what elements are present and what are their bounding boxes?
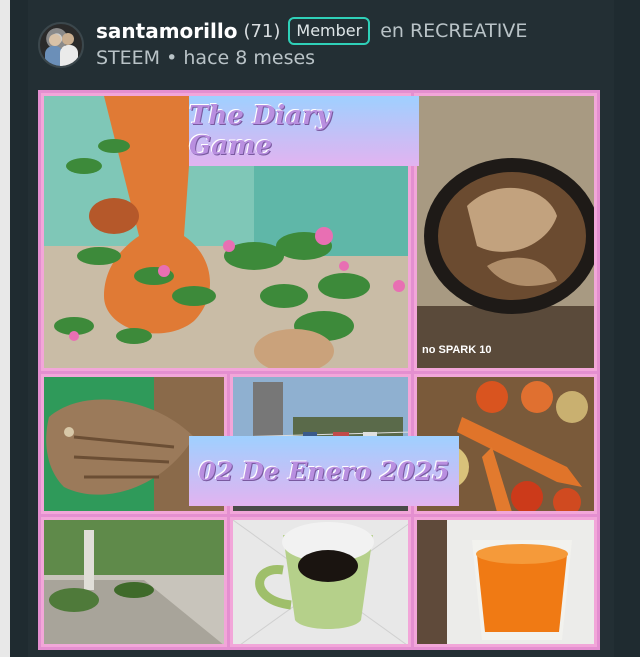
community-link-cont[interactable]: STEEM: [96, 47, 160, 69]
post-meta: STEEM • hace 8 meses: [96, 47, 315, 69]
post-image-collage[interactable]: no SPARK 10 The Diary Game 02 De Enero 2…: [38, 90, 600, 650]
community-link[interactable]: RECREATIVE: [410, 20, 527, 42]
garden-path-icon: [44, 520, 224, 644]
preposition-text: en: [380, 20, 404, 42]
collage-title: The Diary Game: [189, 96, 419, 166]
frying-fish-pan-icon: no SPARK 10: [417, 96, 594, 368]
post-card: santamorillo (71) Member en RECREATIVE S…: [28, 0, 614, 657]
orange-juice-cup-icon: [417, 520, 594, 644]
member-badge: Member: [288, 17, 371, 45]
coffee-cup-icon: [233, 520, 408, 644]
camera-watermark: no SPARK 10: [422, 344, 491, 356]
orange-juice-photo: [414, 517, 597, 647]
garden-path-photo: [41, 517, 227, 647]
reputation-score: (71): [243, 20, 281, 42]
separator: •: [166, 47, 178, 69]
avatar[interactable]: [38, 22, 84, 68]
collage-date: 02 De Enero 2025: [189, 436, 459, 506]
post-time: hace 8 meses: [183, 47, 316, 69]
frying-fish-photo: no SPARK 10: [414, 93, 597, 371]
left-rail: [0, 0, 10, 657]
author-link[interactable]: santamorillo: [96, 19, 237, 43]
coffee-photo: [230, 517, 411, 647]
post-header: santamorillo (71) Member en RECREATIVE: [96, 16, 527, 46]
